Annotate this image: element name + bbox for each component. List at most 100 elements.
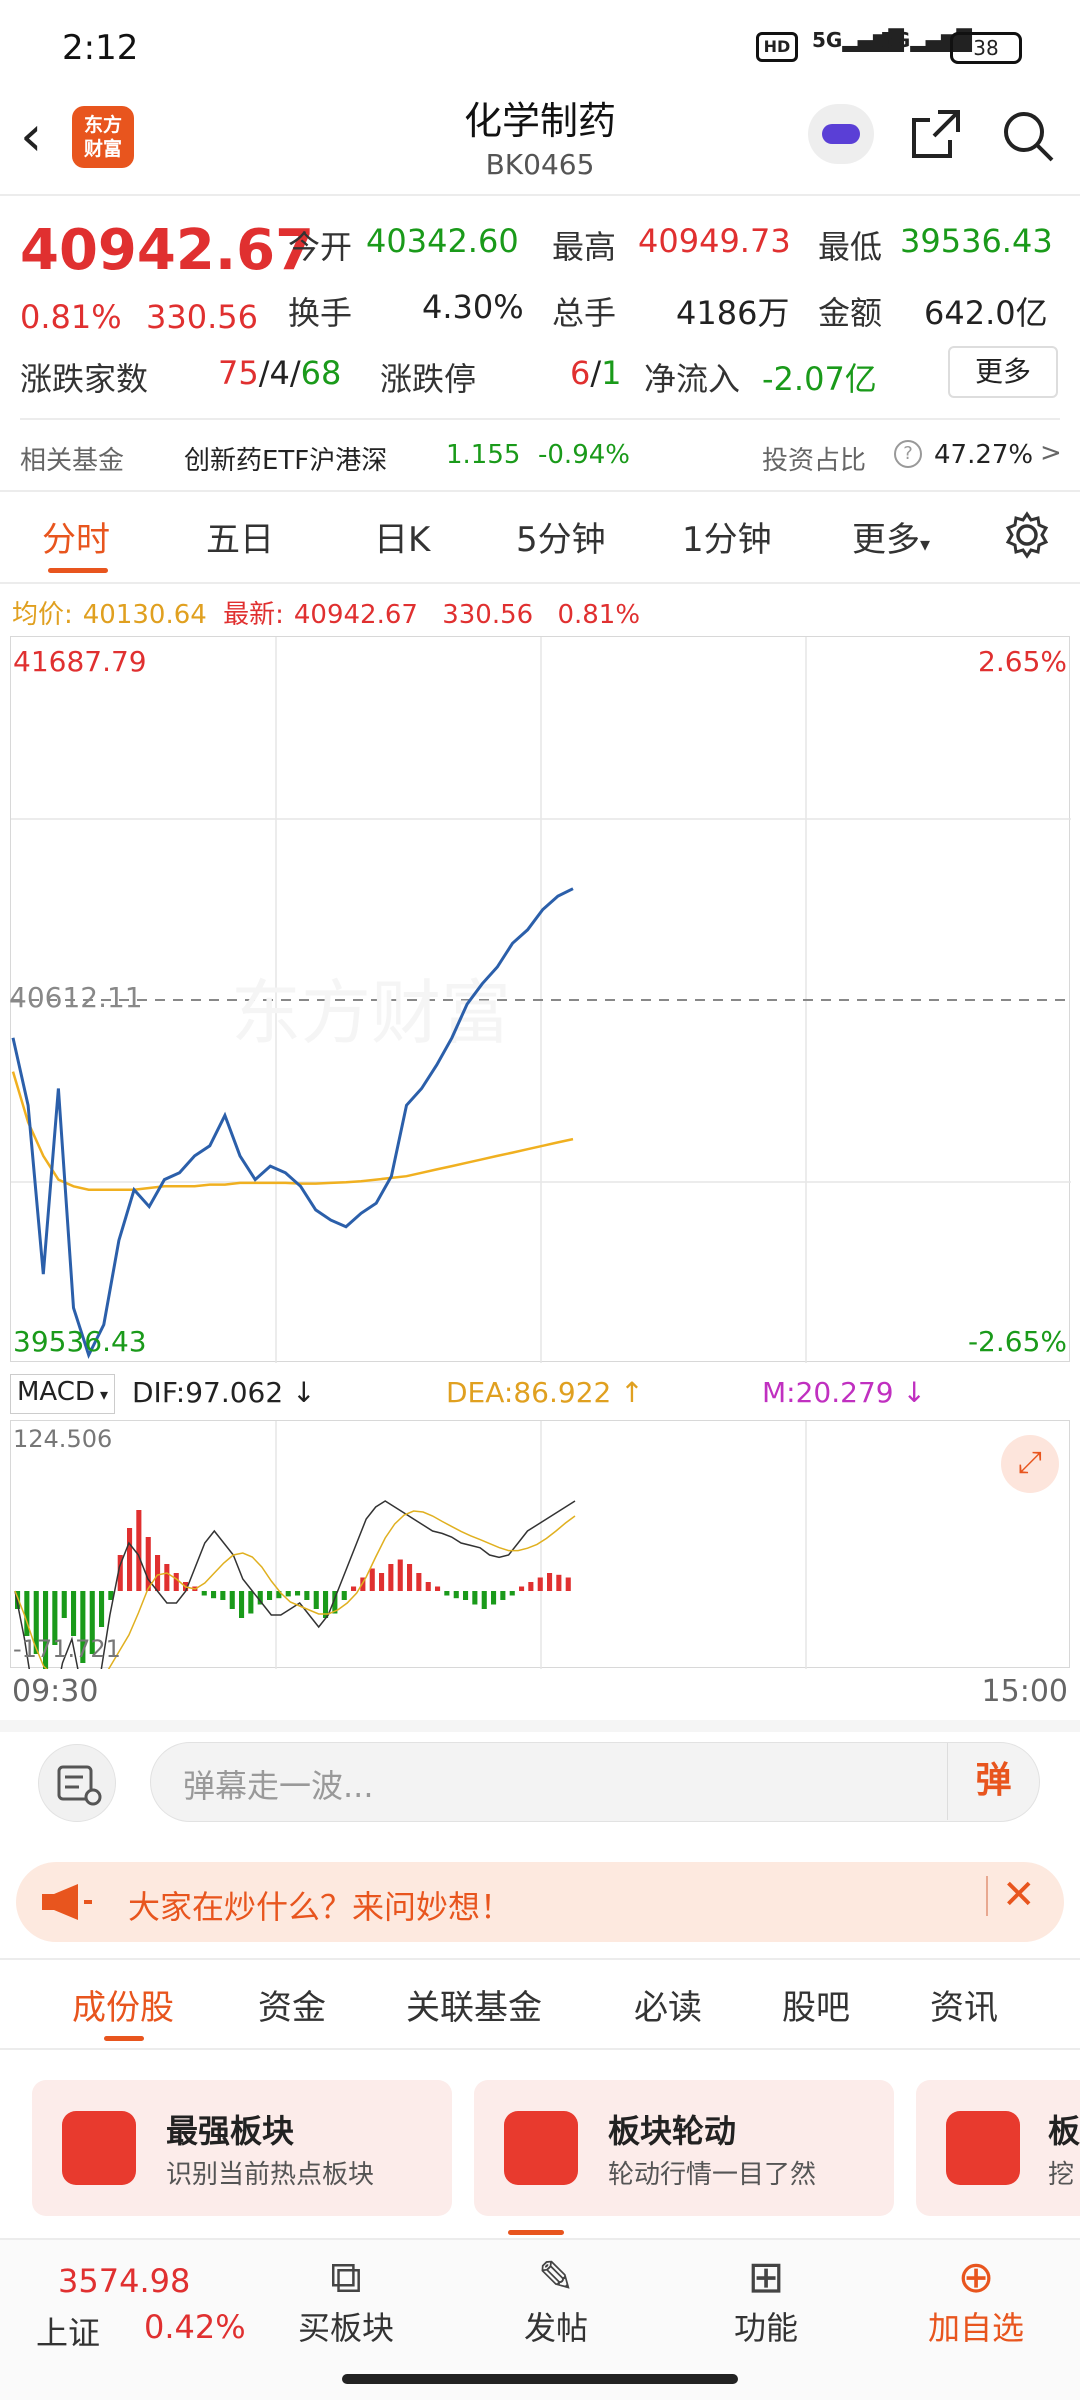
pct-min-label: -2.65% [967, 1325, 1067, 1358]
fund-price: 1.155 [446, 440, 521, 470]
buy-sector-icon: ⧉ [330, 2252, 362, 2303]
volume-label: 总手 [552, 294, 617, 332]
macd-bar [556, 1574, 562, 1591]
danmu-list-icon[interactable] [38, 1744, 116, 1822]
fund-name[interactable]: 创新药ETF沪港深 [184, 440, 387, 477]
macd-bar [369, 1568, 375, 1591]
updown-counts: 75/4/68 [218, 354, 342, 392]
macd-bar [229, 1591, 235, 1609]
limit-label: 涨跌停 [380, 360, 477, 398]
macd-bar [267, 1591, 273, 1600]
macd-bar [379, 1573, 385, 1591]
index-name[interactable]: 上证 [36, 2308, 100, 2354]
nav-add-watchlist[interactable]: ⊕ 加自选 [906, 2252, 1046, 2349]
assistant-avatar-icon[interactable] [808, 104, 874, 164]
macd-bar [463, 1591, 469, 1600]
change-pct: 0.81% [20, 298, 122, 336]
updown-label: 涨跌家数 [20, 360, 149, 398]
macd-bar [407, 1564, 413, 1591]
tab-must-read[interactable]: 必读 [634, 1980, 702, 2029]
macd-bar [435, 1586, 441, 1591]
tab-constituents[interactable]: 成份股 [72, 1980, 174, 2029]
danmu-send-button[interactable]: 弹 [947, 1743, 1039, 1820]
settings-gear-icon[interactable] [1002, 510, 1052, 560]
macd-bar [239, 1591, 245, 1618]
tab-intraday[interactable]: 分时 [42, 512, 110, 561]
dif-value: DIF:97.062 ↓ [132, 1376, 316, 1409]
card-sector-rotation[interactable]: 板块轮动 轮动行情一目了然 [474, 2080, 894, 2216]
macd-bar [164, 1564, 170, 1591]
macd-bar [416, 1573, 422, 1591]
indicator-select[interactable]: MACD ▾ [10, 1374, 116, 1414]
macd-bar [491, 1591, 497, 1605]
card-title: 最强板块 [166, 2112, 295, 2150]
macd-bar [173, 1573, 179, 1591]
pct-max-label: 2.65% [978, 645, 1067, 678]
current-price: 40942.67 [20, 218, 315, 283]
tab-funds[interactable]: 资金 [258, 1980, 326, 2029]
m-value: M:20.279 ↓ [762, 1376, 926, 1409]
open-label: 今开 [288, 228, 353, 266]
intraday-chart[interactable]: 东方财富 41687.79 40612.11 39536.43 2.65% -2… [9, 636, 1071, 1363]
expand-icon[interactable]: ⤢ [1001, 1435, 1059, 1493]
avg-price-line [11, 1071, 574, 1191]
macd-bar [519, 1586, 525, 1591]
turnover-value: 4.30% [422, 288, 524, 326]
fund-change: -0.94% [538, 440, 630, 470]
tab-related-funds[interactable]: 关联基金 [406, 1980, 542, 2029]
tab-news[interactable]: 资讯 [930, 1980, 998, 2029]
sector-chart-icon [62, 2111, 136, 2185]
tab-more[interactable]: 更多▾ [852, 512, 930, 561]
macd-bar [61, 1591, 67, 1618]
macd-bar [71, 1591, 77, 1636]
macd-bar [351, 1586, 357, 1591]
change-value: 330.56 [146, 298, 258, 336]
macd-bar [500, 1591, 506, 1600]
nav-buy-sector[interactable]: ⧉ 买板块 [276, 2252, 416, 2349]
x-start-label: 09:30 [12, 1674, 99, 1709]
nav-functions[interactable]: ⊞ 功能 [696, 2252, 836, 2349]
macd-bar [481, 1591, 487, 1609]
macd-bar [453, 1591, 459, 1599]
macd-bar [528, 1582, 534, 1591]
ratio-label: 投资占比 [762, 446, 867, 476]
card-more[interactable]: 板 挖 [916, 2080, 1080, 2216]
macd-bar [295, 1591, 301, 1596]
card-desc: 识别当前热点板块 [166, 2160, 375, 2190]
price-line [11, 887, 574, 1359]
tab-forum[interactable]: 股吧 [782, 1980, 850, 2029]
macd-bar [201, 1591, 207, 1596]
dea-value: DEA:86.922 ↑ [446, 1376, 644, 1409]
card-title: 板 [1048, 2112, 1080, 2150]
macd-max-label: 124.506 [13, 1425, 113, 1453]
danmu-input[interactable]: 弹幕走一波... 弹 [150, 1742, 1040, 1822]
amount-label: 金额 [818, 294, 883, 332]
macd-bar [509, 1591, 515, 1596]
share-icon[interactable] [908, 106, 964, 162]
macd-bar [313, 1591, 319, 1609]
tab-5min[interactable]: 5分钟 [516, 512, 606, 561]
card-strongest-sector[interactable]: 最强板块 识别当前热点板块 [32, 2080, 452, 2216]
close-icon[interactable]: ✕ [1002, 1872, 1036, 1918]
tab-1min[interactable]: 1分钟 [682, 512, 772, 561]
intraday-chart-svg: 东方财富 [11, 637, 1071, 1363]
fund-label: 相关基金 [20, 446, 125, 476]
search-icon[interactable] [1000, 108, 1056, 164]
macd-chart[interactable]: 124.506 -171.721 ⤢ [10, 1420, 1070, 1669]
index-price[interactable]: 3574.98 [58, 2262, 190, 2300]
nav-post[interactable]: ✎ 发帖 [486, 2252, 626, 2349]
tab-five-day[interactable]: 五日 [206, 512, 274, 561]
macd-bar [388, 1564, 394, 1591]
ai-banner[interactable]: 大家在炒什么？来问妙想！ ✕ [16, 1862, 1064, 1942]
macd-bar [472, 1591, 478, 1605]
open-value: 40342.60 [366, 222, 519, 260]
rotation-icon [504, 2111, 578, 2185]
grid-icon: ⊞ [747, 2252, 785, 2303]
chevron-right-icon[interactable]: > [1040, 438, 1062, 468]
tab-daily-k[interactable]: 日K [374, 512, 430, 561]
help-icon[interactable]: ? [894, 440, 922, 468]
high-label: 最高 [552, 228, 617, 266]
netflow-label: 净流入 [644, 360, 741, 398]
volume-value: 4186万 [676, 294, 790, 332]
more-button[interactable]: 更多 [948, 346, 1058, 398]
